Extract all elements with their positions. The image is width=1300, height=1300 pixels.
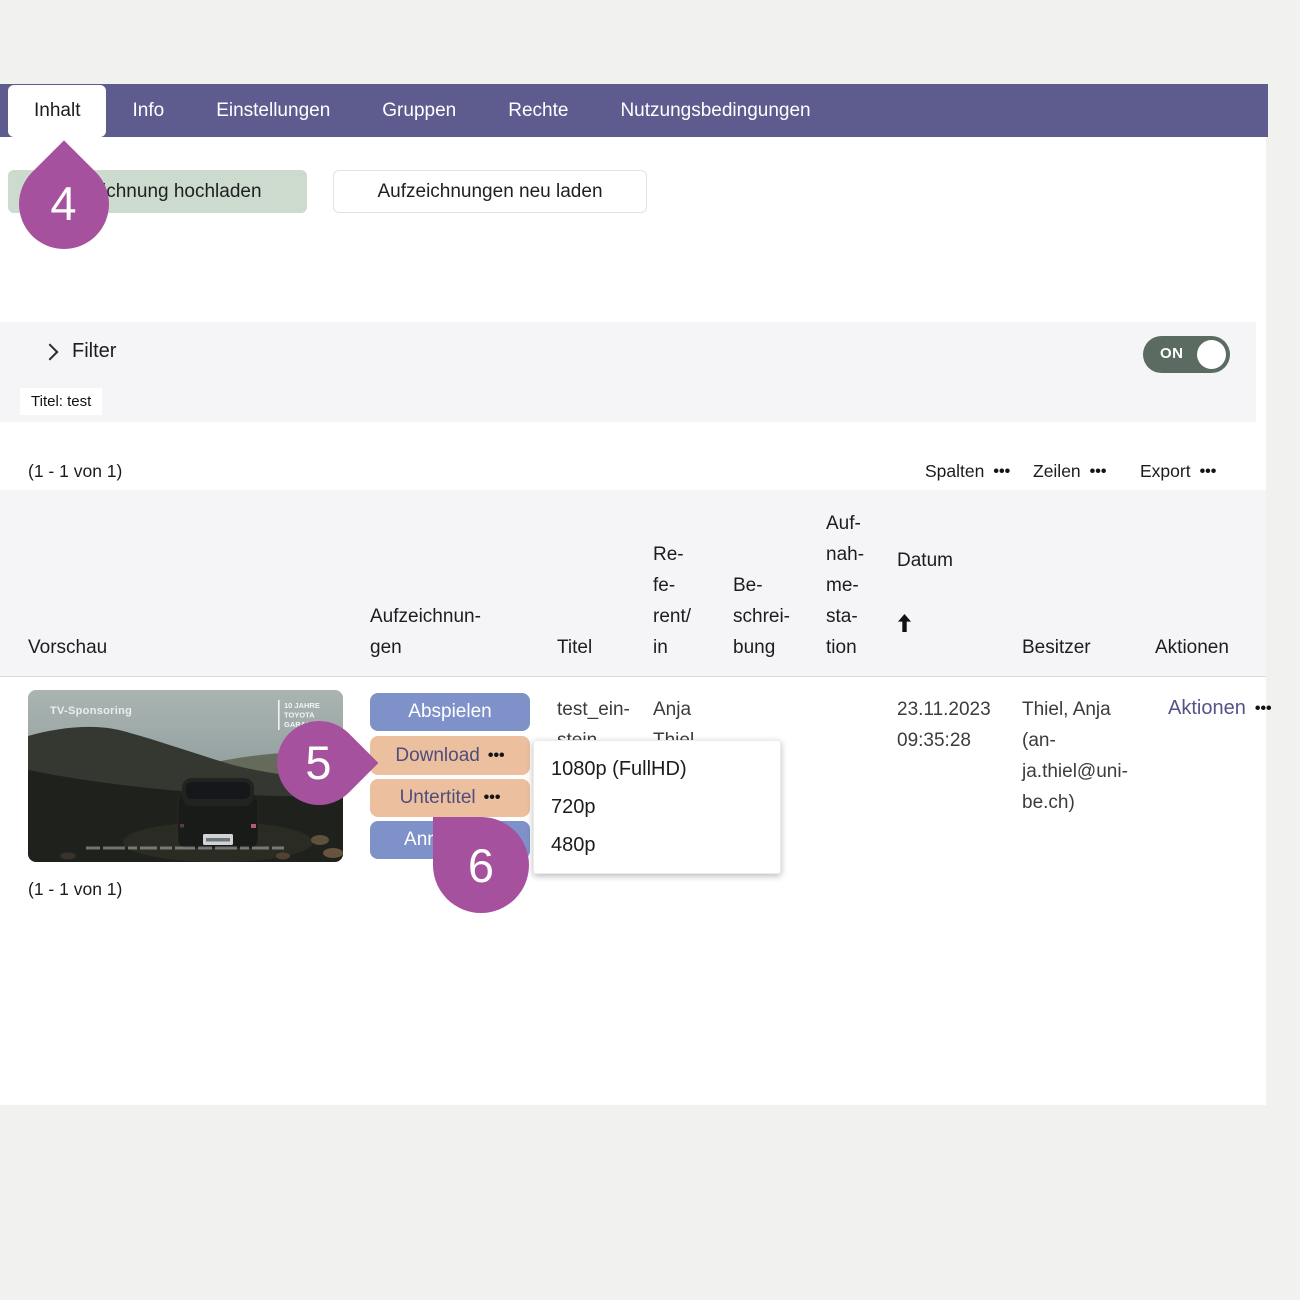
filter-chip-titel[interactable]: Titel: test xyxy=(20,388,102,415)
car-silhouette xyxy=(178,778,258,848)
subtitles-label: Untertitel xyxy=(400,787,476,809)
col-header-titel[interactable]: Titel xyxy=(557,632,592,663)
col-header-vorschau[interactable]: Vorschau xyxy=(28,632,107,663)
top-navbar: Inhalt Info Einstellungen Gruppen Rechte… xyxy=(0,84,1268,137)
ellipsis-icon: ••• xyxy=(1255,701,1272,717)
rows-label: Zeilen xyxy=(1033,461,1081,482)
dropdown-option-720p[interactable]: 720p xyxy=(534,797,780,817)
col-header-aufzeichnungen[interactable]: Aufzeichnun- gen xyxy=(370,601,481,663)
datum-label: Datum xyxy=(897,545,953,576)
row-actions-button[interactable]: Aktionen ••• xyxy=(1168,697,1272,720)
marker-number: 4 xyxy=(50,180,76,227)
col-header-beschreibung[interactable]: Be- schrei- bung xyxy=(733,570,790,663)
ellipsis-icon: ••• xyxy=(1090,464,1107,480)
result-count-bottom: (1 - 1 von 1) xyxy=(28,879,122,900)
row-actions-label: Aktionen xyxy=(1168,697,1246,720)
col-header-aufnahmestation[interactable]: Auf- nah- me- sta- tion xyxy=(826,508,864,663)
columns-menu-button[interactable]: Spalten ••• xyxy=(925,461,1010,482)
ellipsis-icon: ••• xyxy=(484,790,501,806)
col-header-besitzer[interactable]: Besitzer xyxy=(1022,632,1091,663)
toggle-knob xyxy=(1197,340,1226,369)
reload-recordings-button[interactable]: Aufzeichnungen neu laden xyxy=(333,170,647,213)
dropdown-option-480p[interactable]: 480p xyxy=(534,835,780,855)
export-label: Export xyxy=(1140,461,1191,482)
tab-info[interactable]: Info xyxy=(106,84,190,137)
marker-number: 5 xyxy=(305,739,331,786)
rows-menu-button[interactable]: Zeilen ••• xyxy=(1033,461,1106,482)
sort-ascending-icon[interactable] xyxy=(897,614,912,632)
chevron-right-icon xyxy=(42,344,59,361)
dropdown-option-1080p[interactable]: 1080p (FullHD) xyxy=(534,759,780,779)
result-count-top: (1 - 1 von 1) xyxy=(28,461,122,482)
tab-nutzungsbedingungen[interactable]: Nutzungsbedingungen xyxy=(594,84,836,137)
col-header-referentin[interactable]: Re- fe- rent/ in xyxy=(653,539,691,663)
subtitles-button[interactable]: Untertitel ••• xyxy=(370,779,530,817)
ellipsis-icon: ••• xyxy=(1200,464,1217,480)
tab-einstellungen[interactable]: Einstellungen xyxy=(190,84,356,137)
download-quality-dropdown: 1080p (FullHD) 720p 480p xyxy=(533,740,781,874)
thumbnail-caption: TV-Sponsoring xyxy=(50,705,132,717)
tab-inhalt[interactable]: Inhalt xyxy=(8,85,106,137)
col-header-datum[interactable]: Datum xyxy=(897,514,953,663)
play-button[interactable]: Abspielen xyxy=(370,693,530,731)
step-marker-4: 4 xyxy=(0,140,127,267)
ellipsis-icon: ••• xyxy=(488,748,505,764)
table-header: Vorschau Aufzeichnun- gen Titel Re- fe- … xyxy=(0,490,1266,677)
tab-gruppen[interactable]: Gruppen xyxy=(356,84,482,137)
filter-label: Filter xyxy=(72,340,116,363)
tab-rechte[interactable]: Rechte xyxy=(482,84,594,137)
marker-number: 6 xyxy=(468,842,494,889)
toggle-on-label: ON xyxy=(1160,345,1184,362)
filter-panel: Filter Titel: test ON xyxy=(0,322,1256,422)
col-header-aktionen[interactable]: Aktionen xyxy=(1155,632,1229,663)
cell-besitzer: Thiel, Anja (an- ja.thiel@uni- be.ch) xyxy=(1022,694,1147,818)
ellipsis-icon: ••• xyxy=(993,464,1010,480)
filter-toggle[interactable]: ON xyxy=(1143,336,1230,373)
step-marker-6: 6 xyxy=(433,817,529,913)
filter-expander[interactable]: Filter xyxy=(44,340,116,363)
download-label: Download xyxy=(395,745,480,767)
export-menu-button[interactable]: Export ••• xyxy=(1140,461,1216,482)
cell-datum: 23.11.2023 09:35:28 xyxy=(897,694,1012,756)
play-label: Abspielen xyxy=(408,701,491,723)
step-marker-5: 5 xyxy=(259,703,378,822)
download-button[interactable]: Download ••• xyxy=(370,736,530,775)
columns-label: Spalten xyxy=(925,461,984,482)
